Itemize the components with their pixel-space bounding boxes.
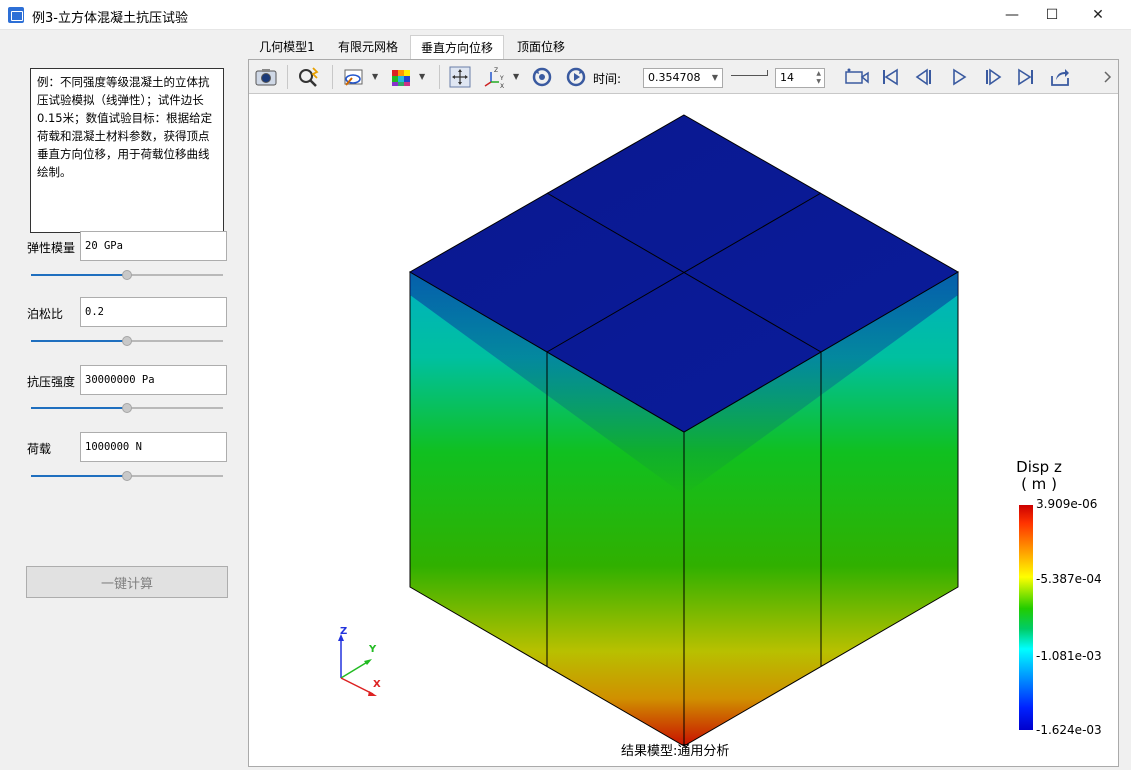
next-frame-icon[interactable] <box>981 65 1005 89</box>
step-value: 14 <box>780 71 794 84</box>
colormap-icon[interactable] <box>389 65 413 89</box>
param-label-elastic-modulus: 弹性模量 <box>27 241 76 255</box>
fit-view-icon[interactable] <box>448 65 472 89</box>
step-spinbox[interactable]: 14 ▲ ▼ <box>775 68 825 88</box>
legend-value-max: 3.909e-06 <box>1036 497 1098 511</box>
parameter-panel: 例：不同强度等级混凝土的立体抗压试验模拟（线弹性）；试件边长0.15米；数值试验… <box>0 31 246 770</box>
result-view: ▼ ▼ ZYX ▼ 时间: 0.354708 ▼ 14 ▲ ▼ Z Y X Di… <box>248 59 1119 767</box>
legend-value-min: -1.624e-03 <box>1036 723 1102 737</box>
elastic-modulus-input[interactable]: 20 GPa <box>80 231 227 261</box>
legend-quantity: Disp z <box>1016 458 1062 476</box>
prev-frame-icon[interactable] <box>912 65 936 89</box>
step-slider[interactable] <box>731 70 769 82</box>
app-icon <box>8 7 24 23</box>
tab-geometry-model[interactable]: 几何模型1 <box>248 35 326 59</box>
close-button[interactable]: ✕ <box>1075 0 1121 30</box>
poisson-ratio-input[interactable]: 0.2 <box>80 297 227 327</box>
load-slider[interactable] <box>31 470 223 482</box>
slider-handle[interactable] <box>762 70 768 76</box>
slider-handle[interactable] <box>122 336 132 346</box>
display-mode-icon[interactable] <box>342 65 366 89</box>
param-label-compressive-strength: 抗压强度 <box>27 375 76 389</box>
rotate-left-icon[interactable] <box>530 65 554 89</box>
load-input[interactable]: 1000000 N <box>80 432 227 462</box>
export-icon[interactable] <box>1048 65 1072 89</box>
color-legend-bar <box>1019 505 1033 730</box>
elastic-modulus-slider[interactable] <box>31 269 223 281</box>
axis-x-label: X <box>373 679 381 690</box>
param-label-load: 荷载 <box>27 442 52 456</box>
param-label-poisson-ratio: 泊松比 <box>27 307 64 321</box>
slider-handle[interactable] <box>122 471 132 481</box>
chevron-down-icon: ▼ <box>711 73 718 82</box>
slider-handle[interactable] <box>122 270 132 280</box>
svg-text:Z: Z <box>494 67 498 74</box>
window-title: 例3-立方体混凝土抗压试验 <box>32 11 188 26</box>
tab-top-displacement[interactable]: 顶面位移 <box>506 35 576 59</box>
svg-text:Y: Y <box>499 75 504 82</box>
time-select[interactable]: 0.354708 ▼ <box>643 68 723 88</box>
rotate-right-icon[interactable] <box>564 65 588 89</box>
slider-handle[interactable] <box>122 403 132 413</box>
legend-title: Disp z ( m ) <box>1015 459 1063 493</box>
cube-render <box>338 114 959 747</box>
first-frame-icon[interactable] <box>878 65 902 89</box>
legend-value: -5.387e-04 <box>1036 572 1102 586</box>
result-model-caption: 结果模型:通用分析 <box>621 744 730 759</box>
poisson-ratio-slider[interactable] <box>31 335 223 347</box>
compressive-strength-input[interactable]: 30000000 Pa <box>80 365 227 395</box>
tab-fe-mesh[interactable]: 有限元网格 <box>328 35 408 59</box>
chevron-down-icon[interactable]: ▼ <box>372 72 378 81</box>
spin-down-icon[interactable]: ▼ <box>816 78 821 86</box>
3d-viewport[interactable]: Z Y X Disp z ( m ) 3.909e-06 -5.387e-04 … <box>249 95 1118 766</box>
axes-orientation-icon[interactable]: ZYX <box>483 65 507 89</box>
maximize-button[interactable]: ☐ <box>1029 0 1075 30</box>
legend-value: -1.081e-03 <box>1036 649 1102 663</box>
calculate-button[interactable]: 一键计算 <box>26 566 228 598</box>
chevron-down-icon[interactable]: ▼ <box>419 72 425 81</box>
svg-text:X: X <box>500 83 504 89</box>
time-value: 0.354708 <box>648 71 701 84</box>
spin-up-icon[interactable]: ▲ <box>816 70 821 78</box>
view-toolbar: ▼ ▼ ZYX ▼ 时间: 0.354708 ▼ 14 ▲ ▼ <box>249 60 1118 94</box>
compressive-strength-slider[interactable] <box>31 402 223 414</box>
tab-vertical-displacement[interactable]: 垂直方向位移 <box>410 35 504 59</box>
description-box: 例：不同强度等级混凝土的立体抗压试验模拟（线弹性）；试件边长0.15米；数值试验… <box>30 68 224 233</box>
last-frame-icon[interactable] <box>1014 65 1038 89</box>
zoom-pick-icon[interactable] <box>297 65 321 89</box>
toolbar-overflow-icon[interactable] <box>1101 65 1115 89</box>
axis-y-label: Y <box>369 644 377 655</box>
time-label: 时间: <box>593 72 622 86</box>
chevron-down-icon[interactable]: ▼ <box>513 72 519 81</box>
play-icon[interactable] <box>947 65 971 89</box>
camera-icon[interactable] <box>254 65 278 89</box>
title-bar: 例3-立方体混凝土抗压试验 — ☐ ✕ <box>0 0 1131 30</box>
video-record-icon[interactable] <box>843 65 871 89</box>
axis-z-label: Z <box>340 626 348 637</box>
legend-unit: ( m ) <box>1021 475 1057 493</box>
